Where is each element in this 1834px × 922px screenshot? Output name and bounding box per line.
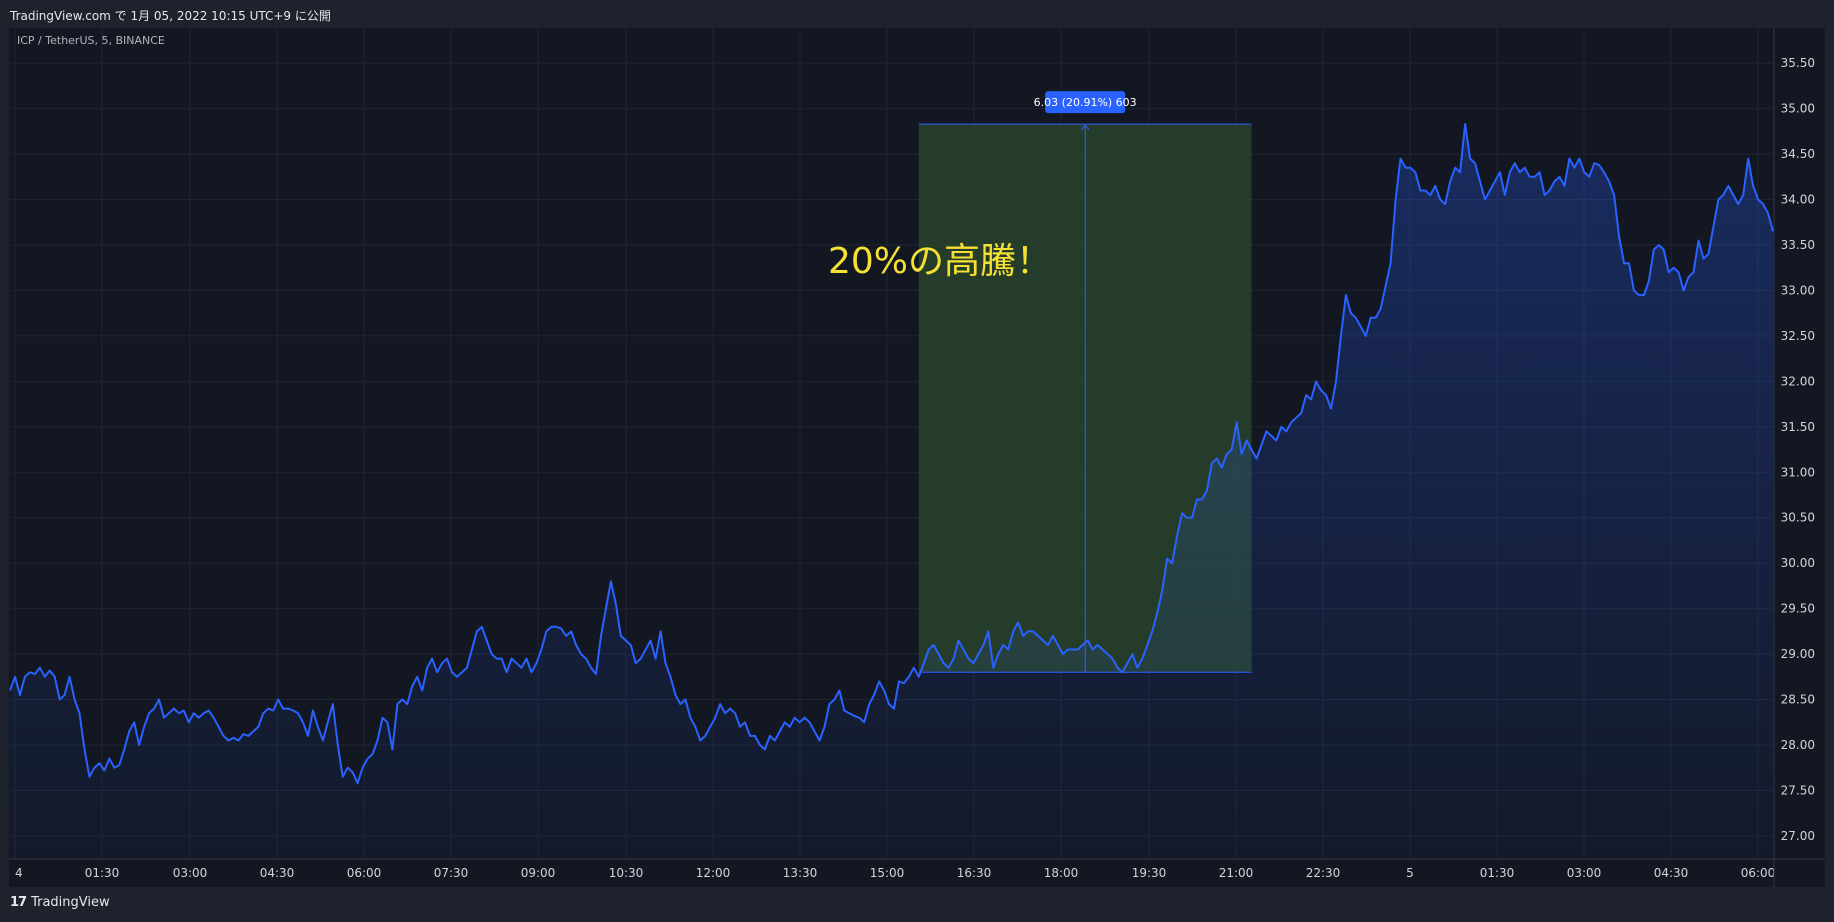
y-tick-label: 35.00 (1781, 102, 1815, 116)
x-tick-label: 10:30 (609, 866, 644, 880)
y-tick-label: 29.00 (1781, 647, 1815, 661)
y-tick-label: 30.00 (1781, 556, 1815, 570)
x-tick-label: 15:00 (870, 866, 905, 880)
x-tick-label: 03:00 (1567, 866, 1602, 880)
x-tick-label: 06:00 (1741, 866, 1776, 880)
x-tick-label: 16:30 (957, 866, 992, 880)
x-tick-label: 13:30 (783, 866, 818, 880)
tv-logo-icon: 17 (10, 895, 27, 910)
y-tick-label: 27.50 (1781, 783, 1815, 797)
x-tick-label: 5 (1406, 866, 1414, 880)
x-tick-label: 12:00 (696, 866, 731, 880)
x-tick-label: 4 (15, 866, 23, 880)
footer-bar (0, 888, 1834, 922)
x-tick-label: 03:00 (173, 866, 208, 880)
y-tick-label: 35.50 (1781, 56, 1815, 70)
x-tick-label: 04:30 (1654, 866, 1689, 880)
x-tick-label: 09:00 (521, 866, 556, 880)
y-tick-label: 29.50 (1781, 602, 1815, 616)
y-tick-label: 27.00 (1781, 829, 1815, 843)
x-tick-label: 06:00 (347, 866, 382, 880)
y-tick-label: 32.00 (1781, 374, 1815, 388)
x-tick-label: 19:30 (1132, 866, 1167, 880)
price-chart[interactable]: 35.50 35.00 34.50 34.00 33.50 33.00 32.50 32.00… (0, 0, 1834, 922)
x-tick-label: 04:30 (260, 866, 295, 880)
y-tick-label: 33.00 (1781, 283, 1815, 297)
y-tick-label: 30.50 (1781, 511, 1815, 525)
x-tick-label: 21:00 (1219, 866, 1254, 880)
annotation-text: 20%の高騰！ (828, 241, 1053, 282)
x-tick-label: 01:30 (85, 866, 120, 880)
y-tick-label: 31.50 (1781, 420, 1815, 434)
x-tick-label: 22:30 (1306, 866, 1341, 880)
y-tick-label: 33.50 (1781, 238, 1815, 252)
x-tick-label: 07:30 (434, 866, 469, 880)
x-tick-label: 01:30 (1480, 866, 1515, 880)
y-tick-label: 34.50 (1781, 147, 1815, 161)
measure-label: 6.03 (20.91%) 603 (1034, 96, 1137, 109)
y-tick-label: 28.50 (1781, 693, 1815, 707)
y-tick-label: 32.50 (1781, 329, 1815, 343)
y-tick-label: 31.00 (1781, 465, 1815, 479)
symbol-title: ICP / TetherUS, 5, BINANCE (17, 34, 165, 47)
y-tick-label: 34.00 (1781, 193, 1815, 207)
x-tick-label: 18:00 (1044, 866, 1079, 880)
logo-text: TradingView (31, 895, 110, 910)
tradingview-logo[interactable]: 17 TradingView (10, 895, 110, 910)
y-tick-label: 28.00 (1781, 738, 1815, 752)
